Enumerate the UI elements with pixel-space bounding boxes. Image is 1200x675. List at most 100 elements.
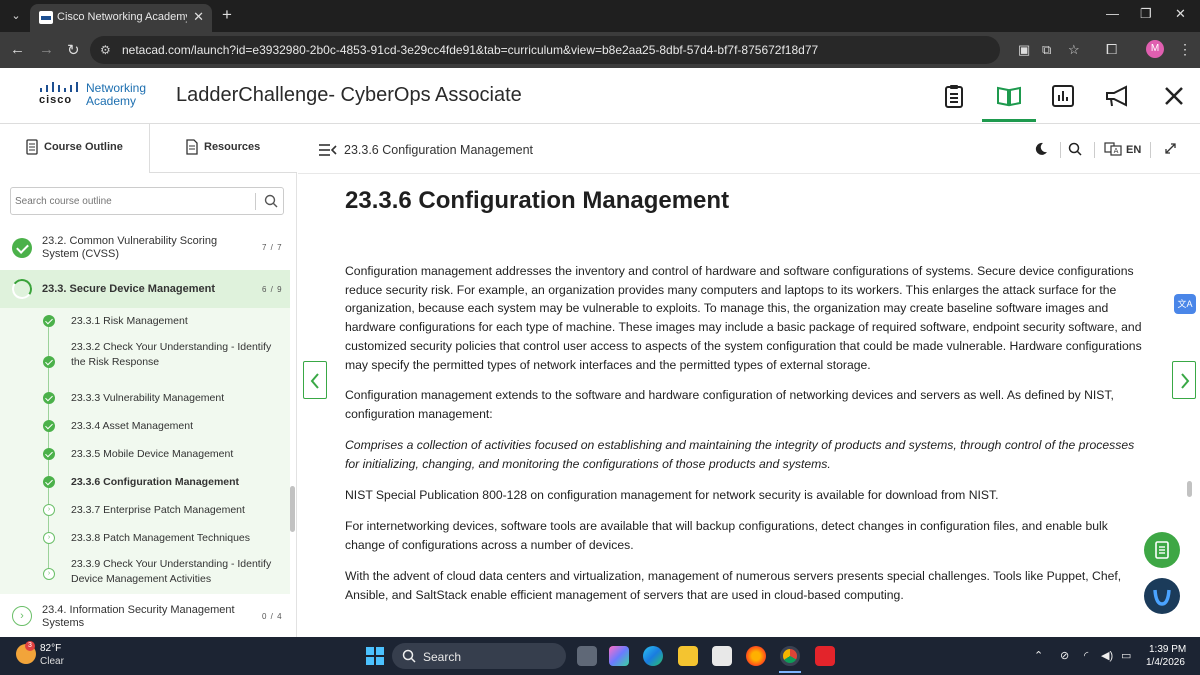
clock-date[interactable]: 1/4/2026 xyxy=(1146,657,1185,668)
close-course-icon[interactable] xyxy=(1160,82,1188,110)
list-item-label: 23.3.8 Patch Management Techniques xyxy=(71,532,251,544)
collapse-menu-icon[interactable] xyxy=(319,143,337,157)
tab-resources[interactable]: Resources xyxy=(149,124,297,173)
dark-mode-moon-icon[interactable] xyxy=(1034,142,1048,156)
notification-off-icon[interactable]: ⊘ xyxy=(1060,649,1069,662)
content-scrollbar[interactable] xyxy=(1187,481,1192,497)
os-taskbar: 3 82°F Clear Search ⌃ ⊘ ◜ ◀) ▭ 1:39 PM 1… xyxy=(0,637,1200,675)
active-tab-indicator xyxy=(982,119,1036,122)
svg-text:A: A xyxy=(1114,147,1119,155)
reload-icon[interactable]: ↻ xyxy=(67,41,80,59)
chrome-icon[interactable] xyxy=(780,646,800,666)
tab-title: Cisco Networking Academy: La xyxy=(57,11,187,23)
active-app-indicator xyxy=(779,671,801,673)
weather-status[interactable]: Clear xyxy=(40,656,64,667)
tab-close-icon[interactable]: ✕ xyxy=(193,9,204,25)
wps-office-icon[interactable] xyxy=(815,646,835,666)
taskbar-search[interactable]: Search xyxy=(392,643,566,669)
assistant-logo-icon xyxy=(1153,589,1171,606)
completed-check-icon xyxy=(43,392,55,404)
completed-check-icon xyxy=(12,238,32,258)
list-item[interactable]: 23.3.4 Asset Management xyxy=(0,414,290,440)
restore-icon[interactable]: ❐ xyxy=(1140,6,1152,22)
back-icon[interactable]: ← xyxy=(10,41,25,58)
grades-chart-icon[interactable] xyxy=(1049,82,1077,110)
list-item[interactable]: 23.3.5 Mobile Device Management xyxy=(0,442,290,468)
wifi-icon[interactable]: ◜ xyxy=(1084,649,1088,662)
forward-icon[interactable]: → xyxy=(39,41,54,58)
translate-icon[interactable]: A xyxy=(1104,142,1122,156)
url-text[interactable]: netacad.com/launch?id=e3932980-2b0c-4853… xyxy=(122,43,818,57)
sidebar-scrollbar[interactable] xyxy=(290,486,295,532)
assistant-fab-button[interactable] xyxy=(1144,578,1180,614)
academy-logo-text: Networking Academy xyxy=(86,82,146,108)
search-icon[interactable] xyxy=(1068,142,1082,156)
page-translate-icon[interactable]: 文A xyxy=(1174,294,1196,314)
address-bar[interactable]: ⚙ netacad.com/launch?id=e3932980-2b0c-48… xyxy=(90,36,1080,64)
pending-chevron-icon: › xyxy=(43,568,55,580)
announcements-megaphone-icon[interactable] xyxy=(1104,82,1132,110)
clock-time[interactable]: 1:39 PM xyxy=(1149,644,1186,655)
paragraph: NIST Special Publication 800-128 on conf… xyxy=(345,488,999,502)
list-item-label: 23.3.1 Risk Management xyxy=(71,315,188,327)
bookmark-star-icon[interactable]: ☆ xyxy=(1068,42,1080,58)
assessment-fab-button[interactable] xyxy=(1144,532,1180,568)
firefox-icon[interactable] xyxy=(746,646,766,666)
copilot-icon[interactable] xyxy=(609,646,629,666)
expand-icon[interactable] xyxy=(1164,142,1177,155)
list-item-current[interactable]: 23.3.6 Configuration Management xyxy=(0,470,290,496)
minimize-icon[interactable]: — xyxy=(1106,6,1119,21)
list-item[interactable]: 23.3.3 Vulnerability Management xyxy=(0,386,290,412)
subitem-group: 23.3.1 Risk Management 23.3.2 Check Your… xyxy=(0,308,290,594)
clipboard-icon[interactable]: ▣ xyxy=(1018,42,1030,58)
page-title: 23.3.6 Configuration Management xyxy=(345,187,730,214)
book-icon[interactable] xyxy=(995,82,1023,110)
outline-section-active[interactable]: 23.3. Secure Device Management 6 / 9 xyxy=(0,270,290,308)
next-page-button[interactable] xyxy=(1172,361,1196,399)
window-close-icon[interactable]: ✕ xyxy=(1175,6,1186,22)
battery-icon[interactable]: ▭ xyxy=(1121,649,1131,662)
tab-course-outline[interactable]: Course Outline xyxy=(0,124,149,173)
search-icon xyxy=(402,649,416,663)
list-item-label: 23.3.6 Configuration Management xyxy=(71,476,240,488)
microsoft-store-icon[interactable] xyxy=(712,646,732,666)
browser-menu-icon[interactable]: ⋮ xyxy=(1178,41,1192,58)
profile-avatar[interactable]: M xyxy=(1146,40,1164,58)
paragraph: Configuration management extends to the … xyxy=(345,388,1114,421)
list-item[interactable]: › 23.3.9 Check Your Understanding - Iden… xyxy=(0,554,290,592)
cisco-favicon-icon xyxy=(39,11,53,24)
volume-icon[interactable]: ◀) xyxy=(1101,649,1113,662)
windows-start-icon[interactable] xyxy=(366,647,384,665)
list-item[interactable]: 23.3.1 Risk Management xyxy=(0,308,290,334)
list-item-label: 23.3.4 Asset Management xyxy=(71,420,193,432)
clipboard-icon xyxy=(1155,541,1169,559)
outline-section[interactable]: › 23.4. Information Security Management … xyxy=(0,598,290,636)
edge-browser-icon[interactable] xyxy=(643,646,663,666)
chevron-left-icon xyxy=(310,373,319,389)
assignments-clipboard-icon[interactable] xyxy=(940,82,968,110)
extensions-icon[interactable]: ⧠ xyxy=(1106,41,1117,58)
previous-page-button[interactable] xyxy=(303,361,327,399)
tray-overflow-icon[interactable]: ⌃ xyxy=(1034,649,1043,662)
search-icon[interactable] xyxy=(263,193,279,209)
list-item[interactable]: 23.3.2 Check Your Understanding - Identi… xyxy=(0,334,290,378)
cast-icon[interactable]: ⧉ xyxy=(1042,42,1051,58)
completed-check-icon xyxy=(43,476,55,488)
resources-doc-icon xyxy=(186,139,198,155)
completed-check-icon xyxy=(43,315,55,327)
language-selector[interactable]: EN xyxy=(1126,144,1141,156)
tab-search-chevron-icon[interactable]: ⌄ xyxy=(6,6,26,26)
outline-search-input[interactable] xyxy=(15,192,251,210)
weather-temperature[interactable]: 82°F xyxy=(40,643,61,654)
task-view-icon[interactable] xyxy=(577,646,597,666)
list-item[interactable]: › 23.3.7 Enterprise Patch Management xyxy=(0,498,290,524)
new-tab-icon[interactable]: + xyxy=(222,5,232,25)
section-title: 23.2. Common Vulnerability Scoring Syste… xyxy=(42,235,218,260)
outline-search-box xyxy=(10,187,284,215)
outline-section[interactable]: 23.2. Common Vulnerability Scoring Syste… xyxy=(0,228,290,266)
site-info-icon[interactable]: ⚙ xyxy=(100,43,111,57)
file-explorer-icon[interactable] xyxy=(678,646,698,666)
list-item[interactable]: › 23.3.8 Patch Management Techniques xyxy=(0,526,290,552)
toolbar-divider xyxy=(1094,142,1095,158)
browser-tab[interactable]: Cisco Networking Academy: La ✕ xyxy=(30,4,212,32)
